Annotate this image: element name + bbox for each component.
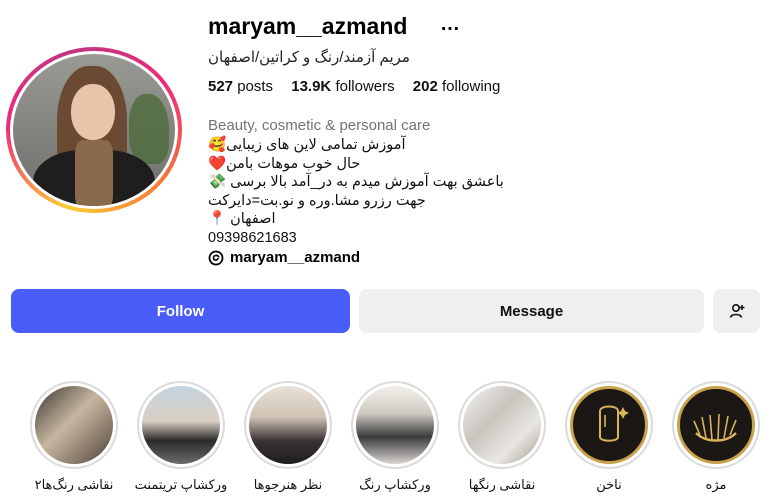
highlight-ring xyxy=(458,381,546,469)
highlight-label: ورکشاپ رنگ xyxy=(359,477,431,492)
eyelash-icon xyxy=(693,413,737,442)
profile-category: Beauty, cosmetic & personal care xyxy=(208,117,431,134)
posts-label: posts xyxy=(237,78,274,95)
highlight-label: ناخن xyxy=(596,477,622,492)
highlight-label: مژه xyxy=(705,477,727,492)
highlight-thumbnail xyxy=(249,386,327,464)
avatar-face xyxy=(71,84,115,140)
highlight-ring xyxy=(565,381,653,469)
highlight-thumbnail xyxy=(570,386,648,464)
bio-line: ❤️حال خوب موهات بامن xyxy=(208,155,361,172)
highlight-item[interactable]: ورکشاپ رنگ xyxy=(348,381,442,493)
bio-line: 💸 باعشق بهت آموزش میدم به در_آمد بالا بر… xyxy=(208,174,504,190)
highlight-item[interactable]: نقاشی رنگ‌ها۲ xyxy=(27,381,121,493)
highlight-thumbnail xyxy=(463,386,541,464)
highlight-label: نقاشی رنگها xyxy=(468,477,536,492)
highlight-ring xyxy=(672,381,760,469)
story-ring[interactable] xyxy=(6,47,182,213)
highlight-ring xyxy=(30,381,118,469)
profile-full-name: مریم آزمند/رنگ و کراتین/اصفهان xyxy=(208,49,410,66)
following-link[interactable]: 202 following xyxy=(413,78,501,95)
profile-bio: 🥰آموزش تمامی لاین های زیبایی ❤️حال خوب م… xyxy=(208,136,504,247)
highlight-ring xyxy=(244,381,332,469)
more-options-icon[interactable]: … xyxy=(440,13,461,36)
avatar-scarf-front xyxy=(75,140,113,206)
nail-icon xyxy=(599,405,629,442)
highlight-thumbnail xyxy=(142,386,220,464)
profile-stats: 527 posts 13.9K followers 202 following xyxy=(208,78,514,95)
profile-avatar[interactable] xyxy=(13,54,175,206)
highlight-label: ورکشاپ تریتمنت xyxy=(134,477,228,492)
bio-phone: 09398621683 xyxy=(208,229,297,246)
threads-icon xyxy=(208,250,224,265)
highlight-item[interactable]: نظر هنرجوها xyxy=(241,381,335,493)
highlight-thumbnail xyxy=(356,386,434,464)
followers-number: 13.9K xyxy=(291,78,332,95)
add-user-button[interactable] xyxy=(713,289,760,333)
posts-count: 527 posts xyxy=(208,78,273,95)
highlight-label: نظر هنرجوها xyxy=(253,477,323,492)
avatar-background-plant xyxy=(129,94,169,164)
threads-handle: maryam__azmand xyxy=(230,249,361,266)
bio-line: جهت رزرو مشا.وره و نو.بت=دایرکت xyxy=(208,192,426,209)
following-number: 202 xyxy=(412,78,438,95)
profile-username: maryam__azmand xyxy=(208,13,408,39)
person-add-icon xyxy=(729,303,744,318)
followers-label: followers xyxy=(335,78,395,95)
highlight-item[interactable]: نقاشی رنگها xyxy=(455,381,549,493)
highlight-item[interactable]: ورکشاپ تریتمنت xyxy=(134,381,228,493)
message-button[interactable]: Message xyxy=(359,289,704,333)
highlight-item[interactable]: مژه xyxy=(669,381,763,493)
threads-link[interactable]: maryam__azmand xyxy=(208,249,360,266)
followers-link[interactable]: 13.9K followers xyxy=(291,78,394,95)
highlight-item[interactable]: ناخن xyxy=(562,381,656,493)
highlight-ring xyxy=(137,381,225,469)
posts-number: 527 xyxy=(208,78,234,95)
highlight-label: نقاشی رنگ‌ها۲ xyxy=(34,477,114,492)
follow-button[interactable]: Follow xyxy=(11,289,350,333)
bio-line: 🥰آموزش تمامی لاین های زیبایی xyxy=(208,137,406,153)
bio-line: 📍 اصفهان xyxy=(208,211,276,227)
highlight-ring xyxy=(351,381,439,469)
following-label: following xyxy=(442,78,501,95)
highlight-thumbnail xyxy=(677,386,755,464)
highlight-thumbnail xyxy=(35,386,113,464)
